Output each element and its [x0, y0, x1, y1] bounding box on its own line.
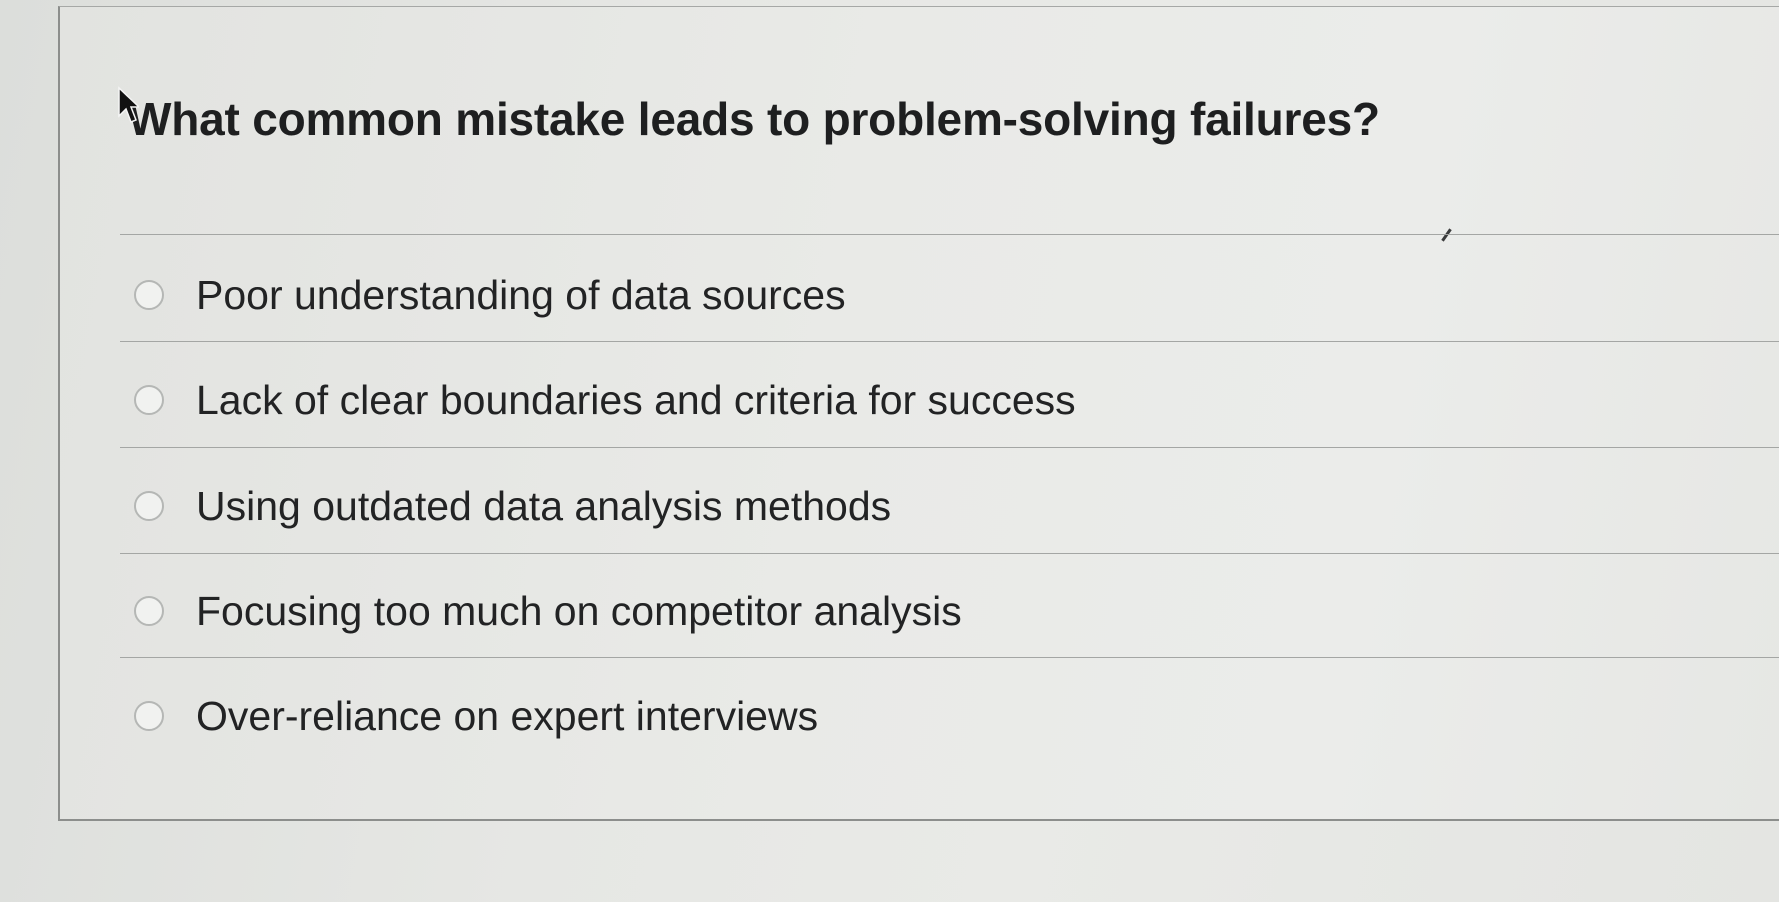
radio-unchecked-icon[interactable] — [134, 385, 164, 415]
option-divider — [120, 447, 1779, 448]
mouse-pointer-icon — [118, 86, 139, 123]
question-divider — [120, 234, 1779, 235]
question-text: What common mistake leads to problem-sol… — [128, 93, 1380, 145]
option-label[interactable]: Over-reliance on expert interviews — [196, 693, 818, 740]
radio-unchecked-icon[interactable] — [134, 491, 164, 521]
radio-unchecked-icon[interactable] — [134, 596, 164, 626]
screen-background: What common mistake leads to problem-sol… — [0, 0, 1779, 902]
option-3[interactable]: Using outdated data analysis methods — [134, 476, 891, 536]
option-label[interactable]: Using outdated data analysis methods — [196, 483, 891, 530]
option-label[interactable]: Focusing too much on competitor analysis — [196, 588, 962, 635]
radio-unchecked-icon[interactable] — [134, 701, 164, 731]
option-divider — [120, 341, 1779, 342]
option-divider — [120, 553, 1779, 554]
option-5[interactable]: Over-reliance on expert interviews — [134, 686, 818, 746]
option-divider — [120, 657, 1779, 658]
radio-unchecked-icon[interactable] — [134, 280, 164, 310]
option-4[interactable]: Focusing too much on competitor analysis — [134, 581, 962, 641]
option-1[interactable]: Poor understanding of data sources — [134, 265, 846, 325]
option-2[interactable]: Lack of clear boundaries and criteria fo… — [134, 370, 1076, 430]
option-label[interactable]: Poor understanding of data sources — [196, 272, 846, 319]
option-label[interactable]: Lack of clear boundaries and criteria fo… — [196, 377, 1076, 424]
